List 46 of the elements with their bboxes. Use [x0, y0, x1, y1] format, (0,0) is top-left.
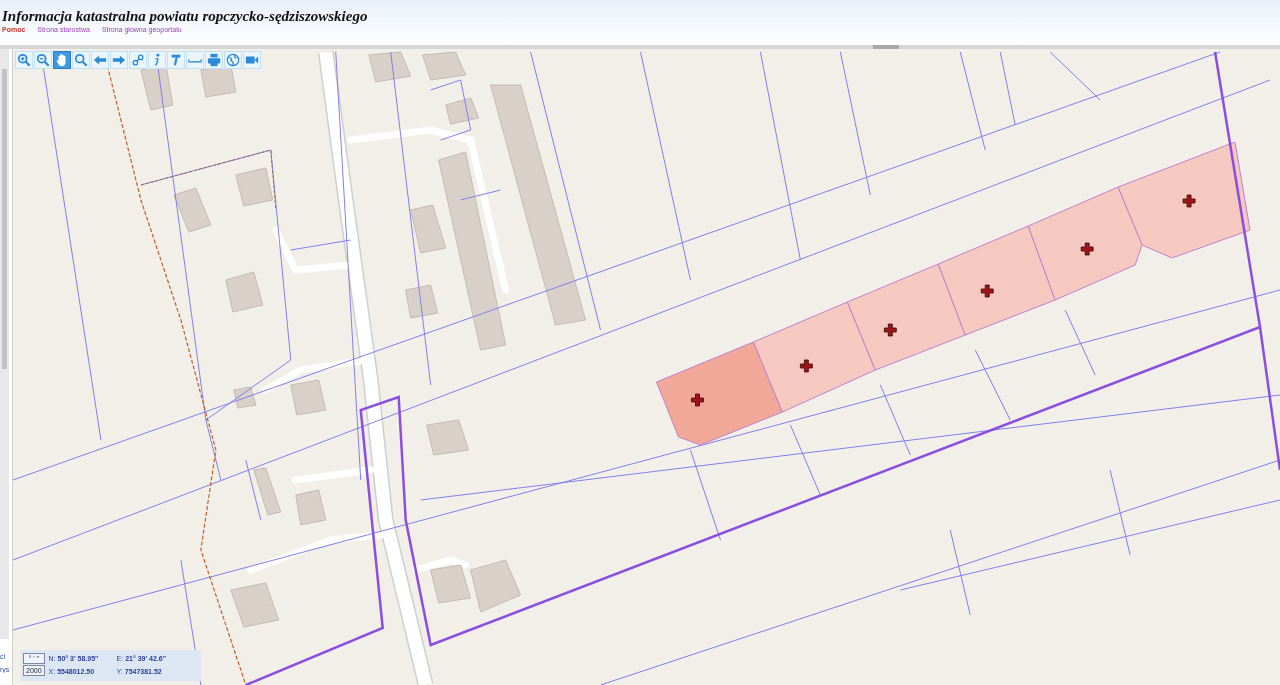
- building: [445, 97, 480, 125]
- cross-marker-icon: [1182, 194, 1196, 208]
- page-title: Informacja katastralna powiatu ropczycko-sędziszowskiego: [2, 8, 369, 25]
- building: [230, 582, 280, 628]
- globe-tool-button[interactable]: [224, 51, 242, 69]
- building: [225, 271, 264, 313]
- building: [253, 467, 282, 516]
- building: [368, 51, 412, 83]
- ruler-icon: [188, 57, 202, 63]
- print-tool-button[interactable]: [205, 51, 223, 69]
- zoom-tool-button[interactable]: [72, 51, 90, 69]
- splitter-handle[interactable]: [873, 45, 899, 49]
- scrollbar[interactable]: [0, 49, 9, 639]
- globe-icon: [226, 53, 240, 67]
- forward-tool-button[interactable]: [110, 51, 128, 69]
- cross-marker-icon: [800, 359, 813, 373]
- magnifier-icon: [74, 53, 88, 67]
- pan-tool-button[interactable]: [53, 51, 71, 69]
- building: [235, 167, 274, 207]
- left-arrow-icon: [93, 53, 107, 67]
- link-tool-button[interactable]: [129, 51, 147, 69]
- building: [233, 386, 257, 409]
- zoom-in-tool-button[interactable]: [15, 51, 33, 69]
- hand-icon: [55, 53, 69, 67]
- building: [173, 187, 212, 233]
- building: [295, 489, 327, 526]
- cross-marker-icon: [691, 393, 704, 407]
- zoom-out-icon: [36, 53, 50, 67]
- camera-tool-button[interactable]: [243, 51, 261, 69]
- cross-marker-icon: [980, 284, 994, 298]
- measure-tool-button[interactable]: [186, 51, 204, 69]
- side-road: [412, 556, 470, 574]
- info-tool-button[interactable]: [148, 51, 166, 69]
- building: [426, 419, 470, 456]
- building: [470, 559, 522, 613]
- building: [430, 564, 472, 604]
- printer-icon: [207, 53, 221, 67]
- cross-marker-icon: [1080, 242, 1094, 256]
- zoom-out-tool-button[interactable]: [34, 51, 52, 69]
- building: [290, 379, 327, 416]
- back-tool-button[interactable]: [91, 51, 109, 69]
- cross-marker-icon: [883, 323, 897, 337]
- building: [422, 51, 467, 81]
- chain-link-icon: [131, 53, 145, 67]
- zoom-in-icon: [17, 53, 31, 67]
- right-arrow-icon: [112, 53, 126, 67]
